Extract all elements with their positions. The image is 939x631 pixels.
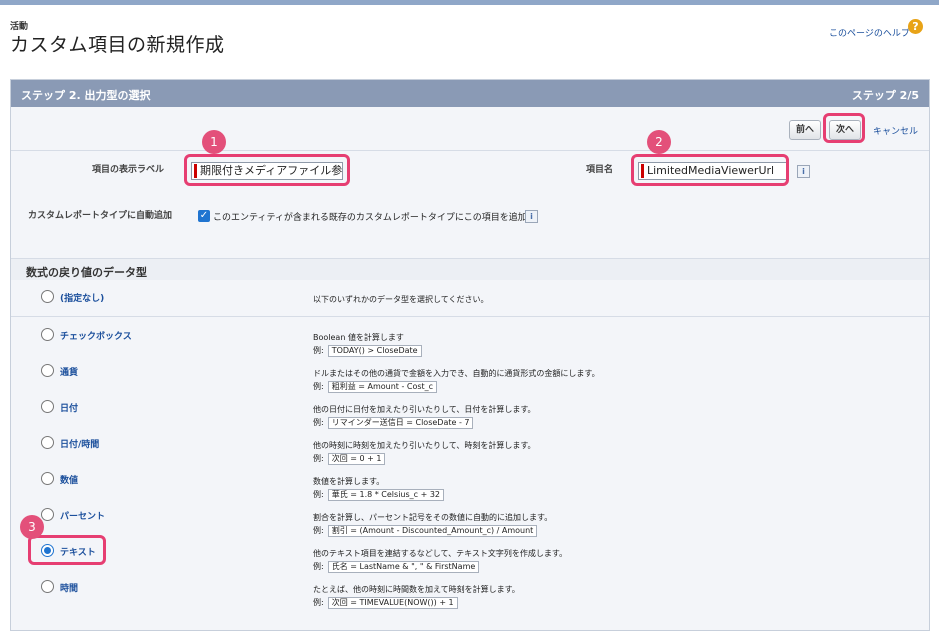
option-desc: Boolean 値を計算します [313, 333, 404, 342]
option-desc: ドルまたはその他の通貨で金額を入力でき、自動的に通貨形式の金額にします。 [313, 369, 600, 378]
option-example: 例: 次回 = 0 + 1 [313, 453, 386, 465]
highlight-next-button [823, 113, 865, 143]
highlight-text-option [28, 535, 106, 565]
info-icon[interactable]: i [797, 165, 810, 178]
auto-add-label: カスタムレポートタイプに自動追加 [28, 211, 173, 221]
radio-percent[interactable] [41, 508, 54, 521]
option-example: 例: 割引 = (Amount - Discounted_Amount_c) / … [313, 525, 538, 537]
step-bar: ステップ 2. 出力型の選択 ステップ 2/5 [11, 80, 929, 107]
option-example: 例: 華氏 = 1.8 * Celsius_c + 32 [313, 489, 445, 501]
example-code: 粗利益 = Amount - Cost_c [327, 381, 438, 393]
field-name-label: 項目名 [586, 165, 614, 175]
example-prefix: 例: [313, 526, 324, 535]
example-code: TODAY() > CloseDate [327, 345, 422, 357]
prev-button[interactable]: 前へ [789, 120, 821, 140]
option-desc: たとえば、他の時刻に時間数を加えて時刻を計算します。 [313, 585, 520, 594]
example-prefix: 例: [313, 562, 324, 571]
option-example: 例: 次回 = TIMEVALUE(NOW()) + 1 [313, 597, 458, 609]
radio-time[interactable] [41, 580, 54, 593]
example-code: 割引 = (Amount - Discounted_Amount_c) / Am… [327, 525, 538, 537]
option-desc: 他の時刻に時刻を加えたり引いたりして、時刻を計算します。 [313, 441, 536, 450]
option-desc: 数値を計算します。 [313, 477, 385, 486]
annotation-badge-1: 1 [202, 130, 226, 154]
annotation-badge-2: 2 [647, 130, 671, 154]
option-example: 例: 氏名 = LastName & ", " & FirstName [313, 561, 480, 573]
display-label-label: 項目の表示ラベル [92, 165, 165, 175]
example-prefix: 例: [313, 346, 324, 355]
step-count: ステップ 2/5 [851, 89, 919, 102]
section-title: 数式の戻り値のデータ型 [26, 266, 147, 279]
option-example: 例: TODAY() > CloseDate [313, 345, 422, 357]
help-link[interactable]: このページのヘルプ [829, 26, 910, 39]
option-example: 例: リマインダー送信日 = CloseDate - 7 [313, 417, 474, 429]
radio-number[interactable] [41, 472, 54, 485]
highlight-display-label [184, 154, 350, 186]
info-icon[interactable]: i [525, 210, 538, 223]
highlight-field-name [631, 154, 789, 186]
option-desc: 以下のいずれかのデータ型を選択してください。 [313, 295, 489, 304]
example-code: 次回 = 0 + 1 [327, 453, 386, 465]
example-code: 氏名 = LastName & ", " & FirstName [327, 561, 480, 573]
example-prefix: 例: [313, 454, 324, 463]
help-icon[interactable]: ? [908, 19, 923, 34]
example-prefix: 例: [313, 382, 324, 391]
annotation-badge-3: 3 [20, 515, 44, 539]
option-label[interactable]: 日付 [60, 401, 78, 414]
option-desc: 他の日付に日付を加えたり引いたりして、日付を計算します。 [313, 405, 536, 414]
divider [11, 150, 929, 151]
radio-checkbox[interactable] [41, 328, 54, 341]
divider [11, 316, 929, 317]
auto-add-checkbox[interactable]: ✓ [198, 210, 210, 222]
example-prefix: 例: [313, 490, 324, 499]
radio-datetime[interactable] [41, 436, 54, 449]
cancel-link[interactable]: キャンセル [873, 124, 918, 137]
option-desc: 割合を計算し、パーセント記号をその数値に自動的に追加します。 [313, 513, 553, 522]
option-label[interactable]: 日付/時間 [60, 437, 99, 450]
page-title: カスタム項目の新規作成 [10, 34, 225, 56]
example-code: 次回 = TIMEVALUE(NOW()) + 1 [327, 597, 458, 609]
radio-date[interactable] [41, 400, 54, 413]
auto-add-checkbox-text: このエンティティが含まれる既存のカスタムレポートタイプにこの項目を追加 [213, 213, 527, 223]
top-bar [0, 0, 939, 5]
example-prefix: 例: [313, 598, 324, 607]
option-label[interactable]: (指定なし) [60, 291, 104, 304]
option-label[interactable]: 数値 [60, 473, 78, 486]
option-example: 例: 粗利益 = Amount - Cost_c [313, 381, 438, 393]
option-label[interactable]: 通貨 [60, 365, 78, 378]
example-code: 華氏 = 1.8 * Celsius_c + 32 [327, 489, 445, 501]
section-header: 数式の戻り値のデータ型 [11, 258, 929, 280]
option-desc: 他のテキスト項目を連結するなどして、テキスト文字列を作成します。 [313, 549, 568, 558]
step-title: ステップ 2. 出力型の選択 [21, 89, 151, 102]
wizard-panel: ステップ 2. 出力型の選択 ステップ 2/5 前へ 次へ キャンセル 項目の表… [10, 79, 930, 631]
option-label[interactable]: 時間 [60, 581, 78, 594]
example-prefix: 例: [313, 418, 324, 427]
option-label[interactable]: パーセント [60, 509, 105, 522]
radio-none[interactable] [41, 290, 54, 303]
example-code: リマインダー送信日 = CloseDate - 7 [327, 417, 474, 429]
radio-currency[interactable] [41, 364, 54, 377]
option-label[interactable]: チェックボックス [60, 329, 132, 342]
